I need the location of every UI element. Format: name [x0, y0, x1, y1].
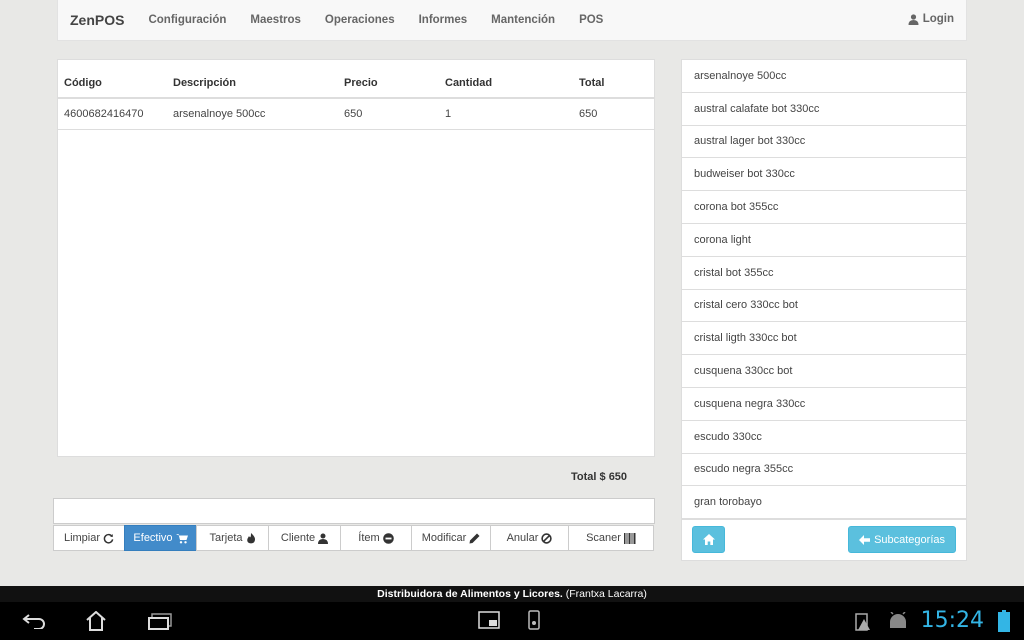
product-item[interactable]: cusquena 330cc bot [682, 355, 966, 388]
col-precio: Precio [338, 60, 439, 99]
battery-icon [998, 610, 1010, 632]
modificar-label: Modificar [421, 532, 467, 544]
product-item[interactable]: corona light [682, 224, 966, 257]
subcategories-label: Subcategorías [874, 533, 945, 546]
scaner-button[interactable]: Scaner [568, 525, 654, 551]
barcode-input[interactable] [53, 498, 655, 524]
product-list-footer: Subcategorías [681, 520, 967, 561]
refresh-icon [103, 533, 114, 543]
arrow-left-icon [859, 534, 871, 545]
subcategories-button[interactable]: Subcategorías [848, 526, 956, 553]
product-item[interactable]: cristal cero 330cc bot [682, 290, 966, 323]
col-cantidad: Cantidad [439, 60, 573, 99]
col-total: Total [573, 60, 654, 99]
col-descripcion: Descripción [167, 60, 338, 99]
back-icon[interactable] [22, 613, 46, 629]
company-name: Distribuidora de Alimentos y Licores. [377, 588, 563, 600]
company-status-bar: Distribuidora de Alimentos y Licores. (F… [0, 586, 1024, 602]
product-item[interactable]: corona bot 355cc [682, 191, 966, 224]
product-item[interactable]: escudo 330cc [682, 421, 966, 454]
efectivo-button[interactable]: Efectivo [124, 525, 197, 551]
limpiar-label: Limpiar [63, 532, 101, 544]
top-navbar: ZenPOS Configuración Maestros Operacione… [57, 0, 967, 41]
cell-precio: 650 [338, 98, 439, 130]
modificar-button[interactable]: Modificar [411, 525, 491, 551]
product-item[interactable]: gran torobayo [682, 486, 966, 519]
android-system-bar: 15:24 [0, 602, 1024, 640]
user-icon [908, 13, 919, 25]
product-item[interactable]: austral lager bot 330cc [682, 126, 966, 159]
android-debug-icon [890, 612, 906, 628]
anular-button[interactable]: Anular [490, 525, 569, 551]
cell-cantidad: 1 [439, 98, 573, 130]
phone-icon[interactable] [528, 610, 540, 630]
scaner-label: Scaner [586, 532, 621, 544]
product-item[interactable]: cusquena negra 330cc [682, 388, 966, 421]
cell-descripcion: arsenalnoye 500cc [167, 98, 338, 130]
brand-logo[interactable]: ZenPOS [70, 12, 124, 28]
login-link[interactable]: Login [908, 13, 954, 25]
cart-icon [175, 533, 188, 543]
cell-total: 650 [573, 98, 654, 130]
product-item[interactable]: budweiser bot 330cc [682, 158, 966, 192]
home-icon [702, 534, 715, 545]
nav-maestros[interactable]: Maestros [238, 14, 313, 26]
sale-total: Total $ 650 [571, 471, 628, 483]
sale-table: Código Descripción Precio Cantidad Total… [58, 60, 654, 130]
nav-operaciones[interactable]: Operaciones [313, 14, 407, 26]
product-item[interactable]: escudo negra 355cc [682, 454, 966, 487]
product-list: arsenalnoye 500cc austral calafate bot 3… [681, 59, 967, 520]
col-codigo: Código [58, 60, 167, 99]
product-item[interactable]: arsenalnoye 500cc [682, 60, 966, 93]
user-icon [318, 533, 329, 544]
efectivo-label: Efectivo [133, 532, 173, 544]
fire-icon [246, 532, 255, 543]
item-label: Ítem [358, 532, 380, 544]
ban-icon [541, 532, 553, 544]
system-clock: 15:24 [920, 608, 984, 633]
tarjeta-label: Tarjeta [209, 532, 243, 544]
pencil-icon [469, 533, 480, 543]
table-row[interactable]: 4600682416470 arsenalnoye 500cc 650 1 65… [58, 98, 654, 130]
current-user: (Frantxa Lacarra) [562, 588, 647, 600]
screen-icon[interactable] [478, 611, 500, 629]
table-header-row: Código Descripción Precio Cantidad Total [58, 60, 654, 99]
nav-mantencion[interactable]: Mantención [479, 14, 567, 26]
tarjeta-button[interactable]: Tarjeta [196, 525, 269, 551]
product-item[interactable]: cristal bot 355cc [682, 257, 966, 290]
minus-circle-icon [382, 532, 394, 544]
home-button[interactable] [692, 526, 725, 553]
action-button-row: Limpiar Efectivo Tarjeta Cliente Ítem Mo… [53, 525, 655, 551]
product-item[interactable]: cristal ligth 330cc bot [682, 322, 966, 356]
recent-apps-icon[interactable] [148, 613, 172, 630]
notification-warning-icon [855, 613, 870, 631]
product-item[interactable]: austral calafate bot 330cc [682, 93, 966, 126]
home-nav-icon[interactable] [85, 611, 107, 631]
cell-codigo: 4600682416470 [58, 98, 167, 130]
anular-label: Anular [506, 532, 539, 544]
nav-pos[interactable]: POS [567, 14, 615, 26]
cliente-button[interactable]: Cliente [268, 525, 341, 551]
item-button[interactable]: Ítem [340, 525, 412, 551]
nav-informes[interactable]: Informes [407, 14, 480, 26]
sale-table-panel: Código Descripción Precio Cantidad Total… [57, 59, 655, 457]
login-label: Login [922, 13, 954, 25]
limpiar-button[interactable]: Limpiar [53, 525, 125, 551]
nav-configuracion[interactable]: Configuración [136, 14, 238, 26]
barcode-icon [623, 532, 636, 544]
cliente-label: Cliente [280, 532, 316, 544]
